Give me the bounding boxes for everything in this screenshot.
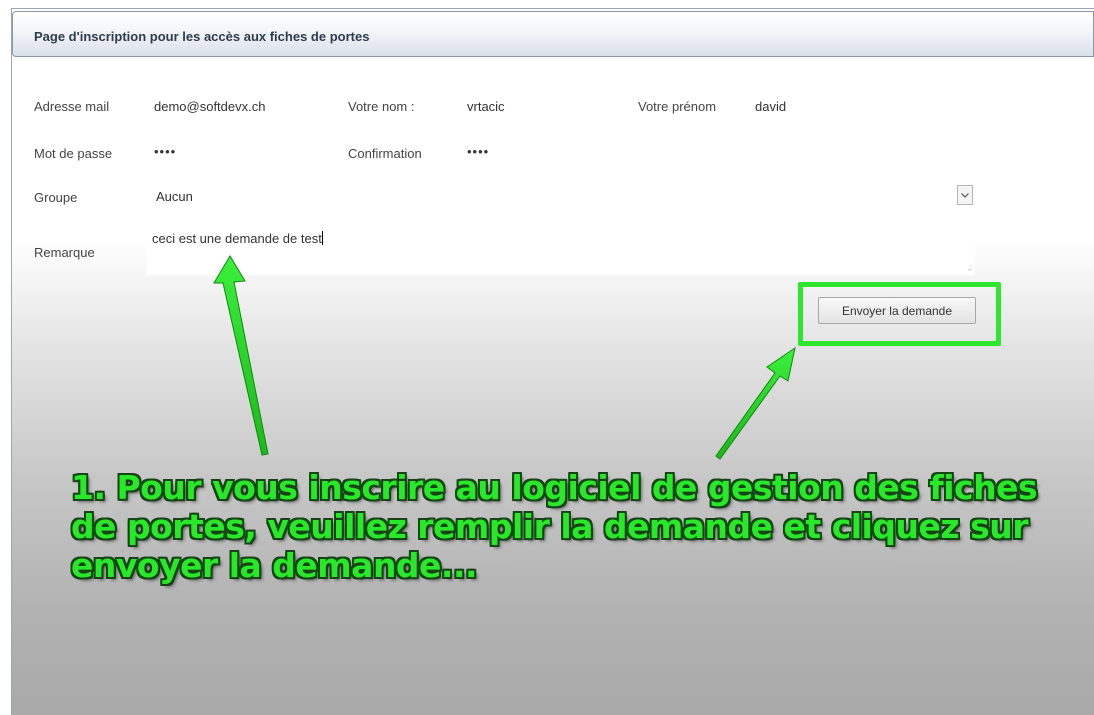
annotation-arrows [213,255,796,460]
arrow-up-icon [213,255,269,456]
instruction-annotation: 1. Pour vous inscrire au logiciel de ges… [71,468,1038,585]
arrow-up-right-icon [715,346,796,460]
